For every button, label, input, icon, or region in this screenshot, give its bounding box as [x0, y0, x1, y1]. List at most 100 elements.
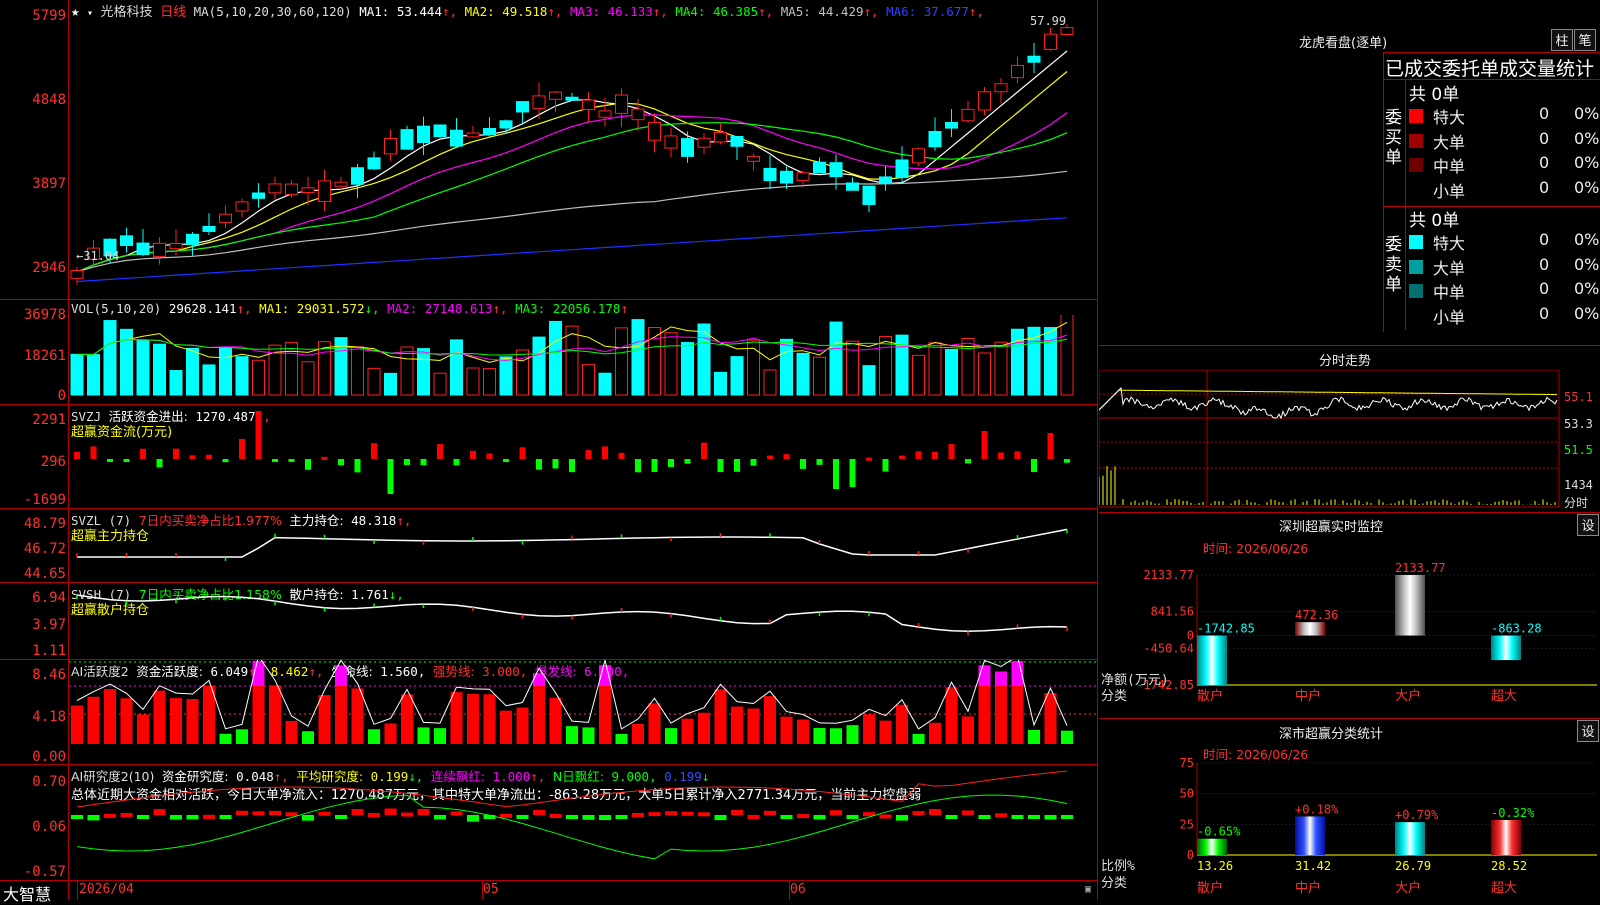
- research-bar: [896, 815, 908, 821]
- candle-body: [1011, 64, 1024, 79]
- research-bar: [252, 811, 265, 816]
- candle-body: [879, 176, 892, 185]
- sz-class-settings-button[interactable]: 设: [1577, 720, 1599, 742]
- flow-bar: [651, 459, 658, 472]
- volume-bar: [367, 367, 381, 396]
- sell-side-label: 委卖单: [1385, 235, 1402, 295]
- buy-row-count: 0: [1539, 177, 1550, 197]
- flow-bar: [140, 448, 146, 459]
- intraday-y-label-2: 53.3: [1564, 417, 1593, 431]
- candle-body: [846, 182, 859, 191]
- lock-icon[interactable]: ▣: [1085, 884, 1091, 895]
- bar-mode-button[interactable]: 柱: [1551, 29, 1573, 51]
- candle-body: [895, 159, 909, 179]
- volume-chart[interactable]: [69, 315, 1097, 400]
- flow-bar: [470, 450, 476, 459]
- research-bar: [269, 810, 281, 815]
- active-bar: [995, 686, 1007, 744]
- volume-bar: [103, 320, 117, 396]
- ai-research-y-label-1: 0.70: [32, 774, 66, 790]
- svzj-chart[interactable]: [69, 405, 1097, 508]
- volume-bar: [945, 348, 958, 396]
- candle-body: [549, 91, 562, 100]
- kline-chart[interactable]: [69, 14, 1097, 298]
- candle-body: [367, 157, 381, 170]
- candle-body: [862, 185, 876, 205]
- class-bar-change: -0.32%: [1491, 806, 1535, 820]
- svzj-y-label-1: 2291: [32, 412, 66, 428]
- flow-bar: [932, 451, 938, 459]
- active-bar: [516, 707, 529, 744]
- volume-bar: [450, 339, 463, 396]
- candle-body: [450, 129, 463, 147]
- candle-body: [978, 91, 991, 111]
- flow-bar: [734, 459, 740, 472]
- sz-class-chart[interactable]: 75 50 25 0-0.65% 13.26 散户 +0.18% 31.42 中户 +0.79% 2…: [1099, 755, 1600, 900]
- right-sidebar: 龙虎看盘(逐单) 柱 笔 已成交委托单成交量统计 委买单 共 0单 特大 0 0% 大…: [1099, 0, 1600, 900]
- flow-bar: [173, 448, 179, 459]
- volume-bar: [433, 372, 447, 396]
- monitor-bar: [1197, 635, 1227, 685]
- active-bar: [681, 718, 694, 744]
- svzl-chart[interactable]: [69, 509, 1097, 582]
- flow-bar: [800, 459, 806, 469]
- flow-bar: [453, 459, 460, 466]
- research-bar: [186, 815, 199, 820]
- svsh-chart[interactable]: [69, 583, 1097, 659]
- flow-bar: [569, 459, 575, 473]
- sep-7: [0, 880, 1098, 881]
- active-bar: [896, 704, 908, 744]
- ai-active-chart[interactable]: [69, 660, 1097, 764]
- candle-body: [961, 108, 975, 122]
- active-line: [76, 660, 1068, 730]
- flow-bar: [272, 459, 278, 462]
- flow-bar: [750, 459, 757, 466]
- svzj-y-label-3: -1699: [23, 492, 66, 508]
- volume-bar: [202, 364, 216, 396]
- active-bar: [566, 726, 578, 744]
- monitor-axis-label: 净额(万元): [1101, 673, 1169, 688]
- flow-bar: [618, 452, 625, 459]
- intraday-title: 分时走势: [1319, 354, 1372, 369]
- intraday-chart[interactable]: [1099, 370, 1561, 510]
- class-category: 散户: [1197, 880, 1223, 896]
- class-bar-change: +0.79%: [1395, 808, 1439, 822]
- class-bar-value: 31.42: [1295, 859, 1331, 873]
- flow-bar: [717, 459, 724, 473]
- research-bar: [813, 815, 826, 820]
- volume-bar: [1060, 315, 1074, 396]
- research-bar: [648, 812, 661, 817]
- candle-body: [1060, 27, 1074, 35]
- date-tick-2: [482, 881, 483, 900]
- monitor-y-label: 841.56: [1151, 605, 1194, 619]
- active-bar: [747, 708, 760, 744]
- research-bar: [731, 810, 743, 815]
- volume-bar: [829, 321, 843, 396]
- research-bar: [797, 814, 809, 819]
- active-bar-top: [978, 665, 991, 686]
- class-axis-label: 比例%: [1101, 859, 1135, 874]
- research-bar: [450, 811, 463, 816]
- vol-y-label-1: 36978: [23, 307, 66, 323]
- flow-bar: [552, 459, 559, 469]
- sell-row-count: 0: [1539, 279, 1550, 298]
- candle-body: [994, 83, 1008, 93]
- candle-body: [120, 235, 133, 246]
- class-bar: [1197, 838, 1227, 855]
- ai-research-chart[interactable]: [69, 765, 1097, 880]
- vol-header: VOL(5,10,20) 29628.141↑, MA1: 29031.572↓…: [71, 301, 628, 316]
- longhu-title: 龙虎看盘(逐单): [1299, 36, 1388, 51]
- sz-monitor-settings-button[interactable]: 设: [1577, 514, 1599, 536]
- active-bar: [978, 686, 991, 744]
- tick-mode-button[interactable]: 笔: [1574, 29, 1596, 51]
- vol-y-label-3: 0: [57, 388, 66, 404]
- chart-area[interactable]: ★ ▾ 光格科技 日线 MA(5,10,20,30,60,120) MA1: 5…: [0, 0, 1100, 904]
- volume-bar: [582, 363, 595, 396]
- monitor-axis-label-2: 分类: [1101, 689, 1127, 704]
- volume-bar: [796, 352, 810, 396]
- research-bar: [929, 809, 941, 815]
- vol-ma2: MA2: 27148.613: [387, 301, 493, 316]
- candle-body: [202, 225, 216, 232]
- research-bar: [170, 815, 182, 820]
- sz-monitor-chart[interactable]: 2133.77841.560-450.64-1742.85-1742.85散户4…: [1099, 550, 1600, 720]
